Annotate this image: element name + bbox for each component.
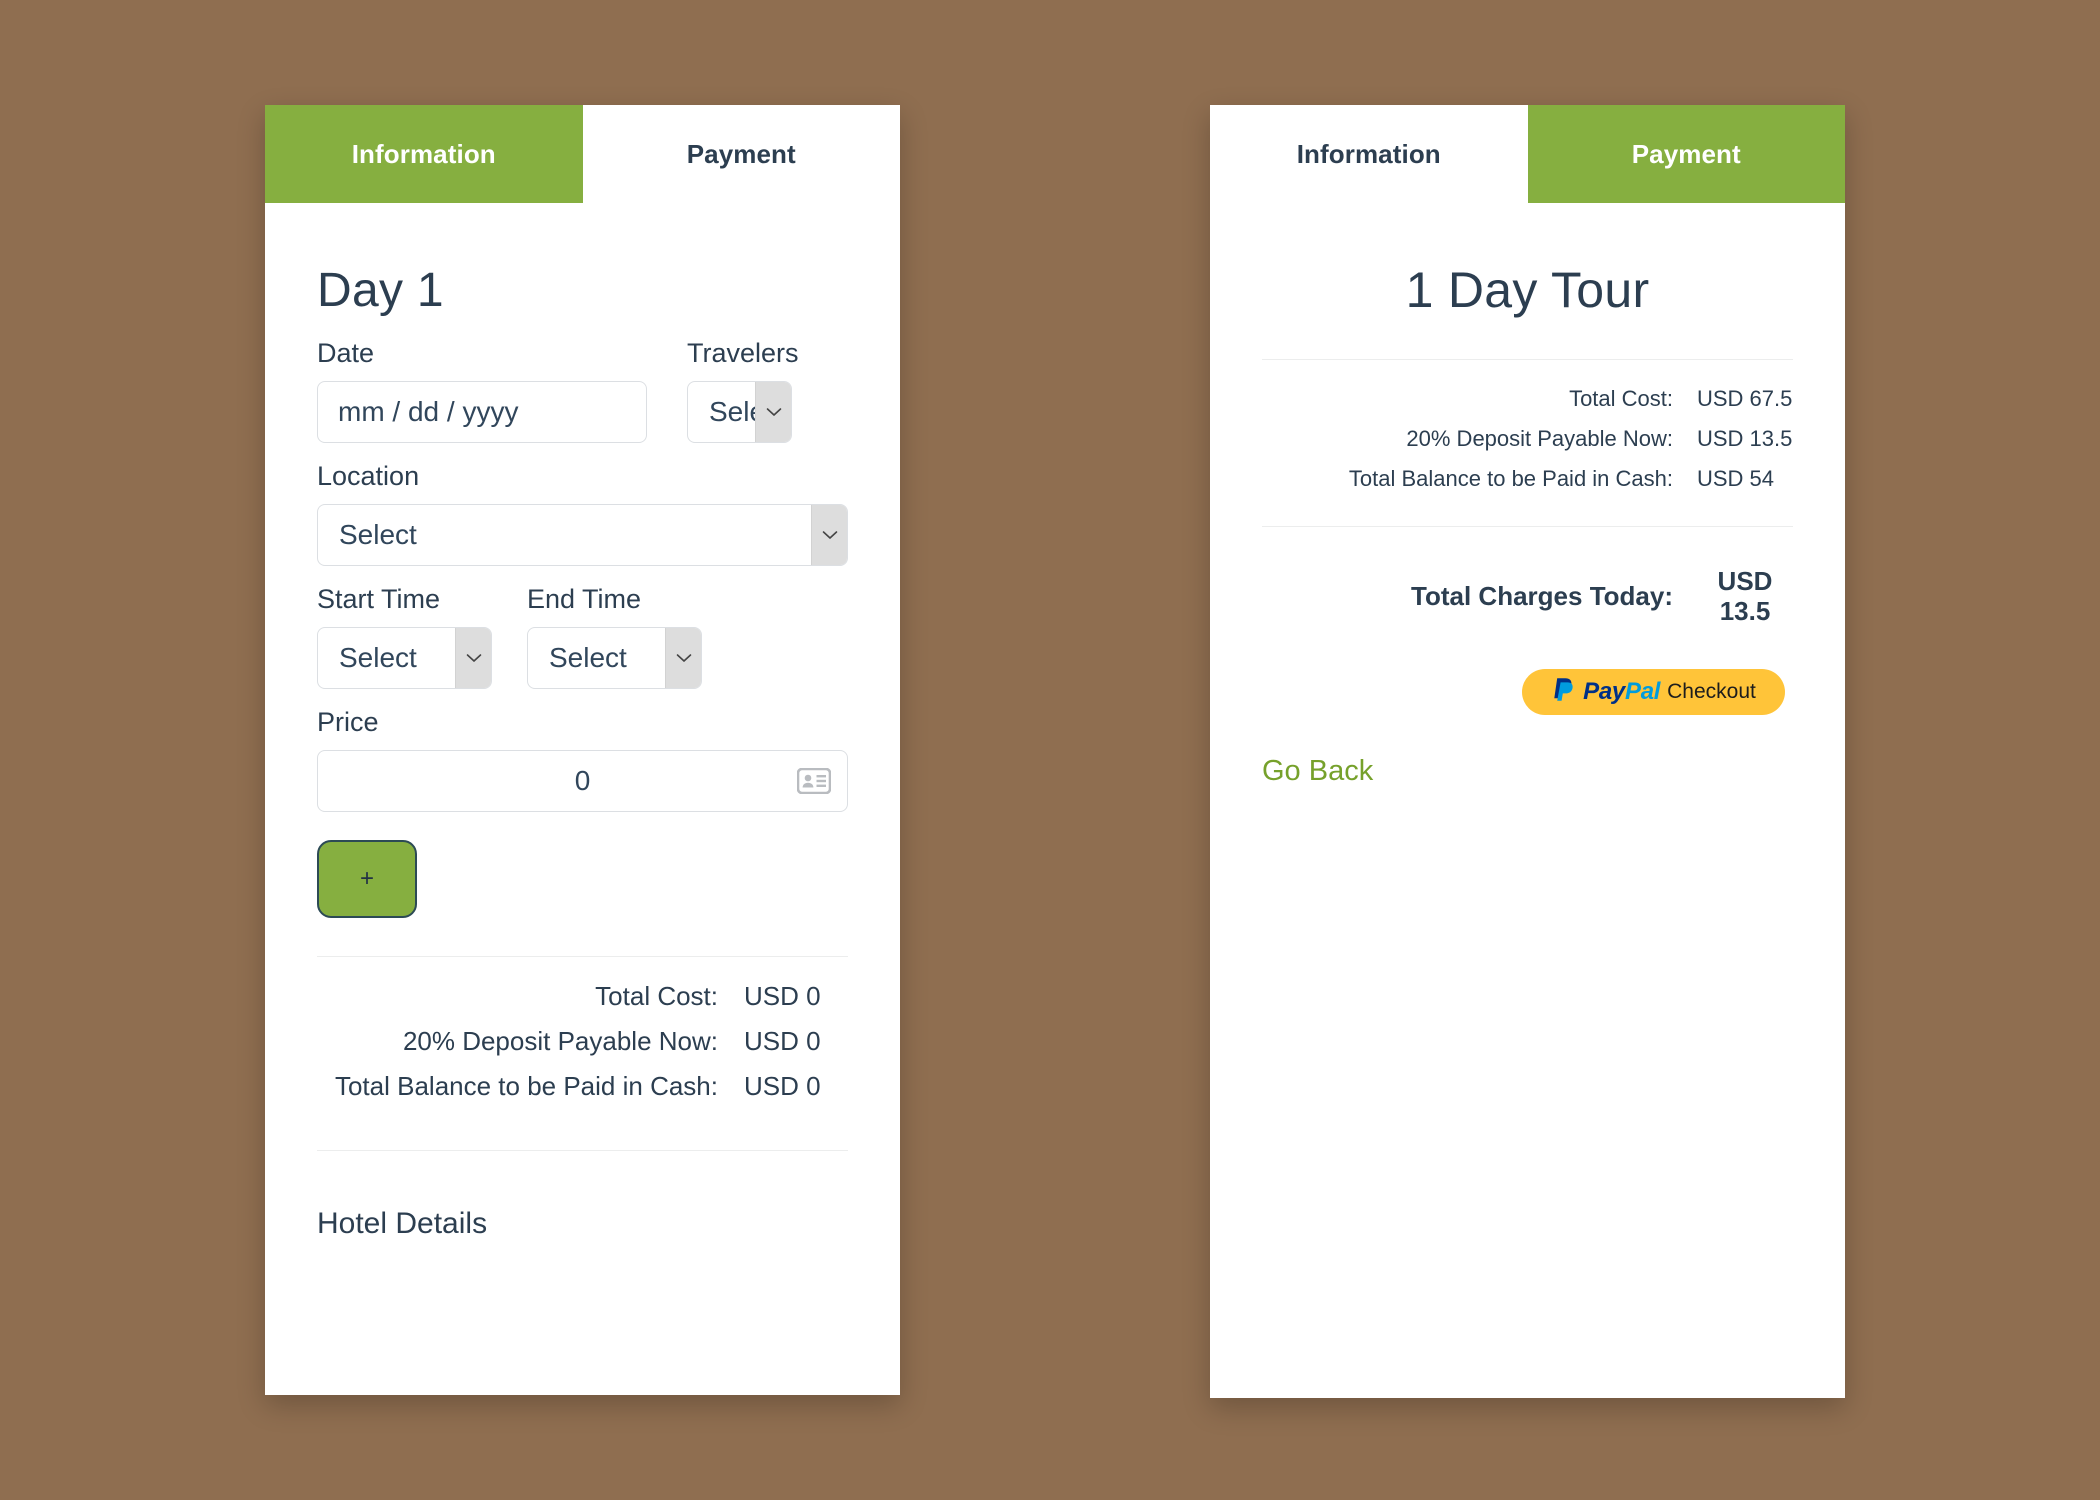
right-summary: Total Cost: USD 67.5 20% Deposit Payable…: [1262, 360, 1793, 492]
summary-label: Total Balance to be Paid in Cash:: [334, 1071, 718, 1101]
date-field-group: Date mm / dd / yyyy: [317, 338, 647, 443]
left-card-tabs: Information Payment: [265, 105, 900, 203]
travelers-select-value: Select: [709, 396, 755, 427]
chevron-down-icon: [455, 628, 491, 688]
tab-information-label: Information: [1296, 138, 1441, 169]
booking-payment-card: Information Payment 1 Day Tour Total Cos…: [1210, 105, 1845, 1398]
summary-row: Total Cost: USD 67.5: [1262, 386, 1793, 412]
paypal-checkout-button[interactable]: PayPal Checkout: [1522, 668, 1785, 715]
total-charges-currency: USD: [1717, 566, 1773, 596]
end-time-select[interactable]: Select: [527, 627, 702, 689]
date-input[interactable]: mm / dd / yyyy: [317, 381, 647, 443]
end-time-field-group: End Time Select: [527, 584, 702, 689]
paypal-wordmark: PayPal: [1583, 677, 1661, 705]
summary-label: 20% Deposit Payable Now:: [1406, 426, 1673, 451]
summary-row: Total Balance to be Paid in Cash: USD 0: [317, 1071, 848, 1102]
price-input[interactable]: 0: [317, 750, 848, 812]
date-placeholder: mm / dd / yyyy: [338, 396, 519, 427]
left-card-body: Day 1 Date mm / dd / yyyy Travelers Sele…: [265, 263, 900, 1241]
paypal-logo-icon: [1551, 675, 1576, 708]
chevron-down-icon: [755, 382, 791, 442]
travelers-field-group: Travelers Select: [687, 338, 799, 443]
start-time-label: Start Time: [317, 584, 441, 614]
add-day-button[interactable]: +: [317, 840, 417, 918]
paypal-word-pal: Pal: [1624, 677, 1661, 705]
total-charges-row: Total Charges Today: USD 13.5: [1262, 566, 1793, 627]
plus-icon: +: [359, 865, 374, 892]
summary-value: USD 0: [744, 1026, 821, 1056]
right-card-body: 1 Day Tour Total Cost: USD 67.5 20% Depo…: [1210, 261, 1845, 788]
travelers-label: Travelers: [687, 338, 799, 368]
start-time-select[interactable]: Select: [317, 627, 492, 689]
paypal-button-wrap: PayPal Checkout: [1262, 668, 1793, 715]
tab-payment-label: Payment: [686, 138, 796, 169]
summary-value: USD 0: [744, 1071, 821, 1101]
chevron-down-icon: [811, 505, 847, 565]
start-time-field-group: Start Time Select: [317, 584, 492, 689]
location-field-group: Location Select: [317, 461, 848, 566]
price-value: 0: [574, 765, 591, 796]
summary-value: USD 13.5: [1697, 426, 1793, 451]
payment-divider-bottom: [1262, 526, 1793, 527]
summary-row: Total Balance to be Paid in Cash: USD 54: [1262, 466, 1793, 492]
end-time-label: End Time: [527, 584, 642, 614]
total-charges-value: USD 13.5: [1673, 566, 1793, 627]
summary-row: 20% Deposit Payable Now: USD 0: [317, 1026, 848, 1057]
summary-label: Total Balance to be Paid in Cash:: [1348, 466, 1673, 491]
location-select-value: Select: [339, 519, 417, 550]
time-row: Start Time Select End Time Select: [317, 584, 848, 689]
go-back-link[interactable]: Go Back: [1262, 755, 1373, 788]
chevron-down-icon: [665, 628, 701, 688]
paypal-word-pay: Pay: [1583, 677, 1625, 705]
hotel-details-heading: Hotel Details: [317, 1207, 488, 1240]
start-time-select-value: Select: [339, 642, 417, 673]
tour-title: 1 Day Tour: [1405, 262, 1650, 318]
summary-label: Total Cost:: [595, 981, 718, 1011]
tab-payment[interactable]: Payment: [1527, 105, 1845, 203]
end-time-select-value: Select: [549, 642, 627, 673]
total-charges-label: Total Charges Today:: [1411, 581, 1673, 612]
travelers-select[interactable]: Select: [687, 381, 792, 443]
tab-payment-label: Payment: [1631, 138, 1741, 169]
summary-divider-bottom: [317, 1150, 848, 1151]
summary-value: USD 67.5: [1697, 386, 1793, 411]
summary-row: Total Cost: USD 0: [317, 981, 848, 1012]
summary-label: Total Cost:: [1569, 386, 1673, 411]
total-charges-amount: 13.5: [1719, 595, 1771, 626]
date-travelers-row: Date mm / dd / yyyy Travelers Select: [317, 338, 848, 443]
location-select[interactable]: Select: [317, 504, 848, 566]
tab-information[interactable]: Information: [1210, 105, 1528, 203]
tab-information-label: Information: [351, 138, 496, 169]
day-title: Day 1: [317, 264, 444, 317]
price-field-group: Price 0: [317, 707, 848, 812]
booking-information-card: Information Payment Day 1 Date mm / dd /…: [265, 105, 900, 1395]
summary-value: USD 0: [744, 981, 821, 1011]
paypal-checkout-label: Checkout: [1667, 680, 1756, 704]
left-summary: Total Cost: USD 0 20% Deposit Payable No…: [317, 957, 848, 1102]
tab-information[interactable]: Information: [265, 105, 583, 203]
price-label: Price: [317, 707, 379, 737]
date-label: Date: [317, 338, 375, 368]
right-card-tabs: Information Payment: [1210, 105, 1845, 203]
location-label: Location: [317, 461, 420, 491]
tab-payment[interactable]: Payment: [582, 105, 900, 203]
contact-card-autofill-icon[interactable]: [796, 767, 832, 795]
summary-row: 20% Deposit Payable Now: USD 13.5: [1262, 426, 1793, 452]
summary-value: USD 54: [1697, 466, 1775, 491]
summary-label: 20% Deposit Payable Now:: [402, 1026, 718, 1056]
